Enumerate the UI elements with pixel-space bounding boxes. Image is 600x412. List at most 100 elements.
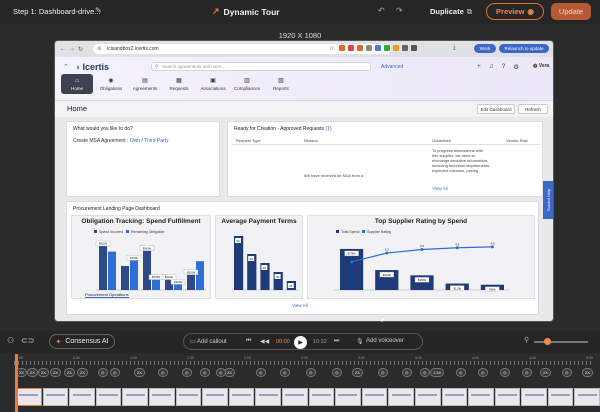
- work-profile-button[interactable]: Work: [474, 44, 496, 53]
- speed-badge[interactable]: 2X: [50, 368, 61, 377]
- extension-icon[interactable]: [339, 45, 345, 51]
- skip-end-icon[interactable]: ⏭: [334, 338, 339, 345]
- advanced-search-link[interactable]: Advanced: [381, 64, 403, 70]
- hidden-step-icon[interactable]: ◎: [402, 368, 412, 377]
- hidden-step-icon[interactable]: ◎: [182, 368, 192, 377]
- hidden-step-icon[interactable]: ◎: [500, 368, 510, 377]
- hidden-step-icon[interactable]: ◎: [456, 368, 466, 377]
- step-thumbnail[interactable]: [202, 388, 228, 406]
- download-icon[interactable]: ⤓: [453, 45, 456, 52]
- extension-icon[interactable]: [366, 45, 372, 51]
- preview-button[interactable]: Preview ◉: [486, 3, 544, 20]
- update-button[interactable]: Update: [551, 3, 591, 20]
- pencil-icon[interactable]: ✎: [95, 6, 102, 15]
- hidden-step-icon[interactable]: ◎: [562, 368, 572, 377]
- nav-item-agreements[interactable]: ▤ Agreements: [129, 74, 161, 94]
- speed-badge[interactable]: 2X: [64, 368, 75, 377]
- speed-badge[interactable]: 2X: [77, 368, 88, 377]
- play-button[interactable]: ▶: [294, 336, 307, 349]
- hidden-step-icon[interactable]: ◎: [158, 368, 168, 377]
- speed-badge[interactable]: 2X: [352, 368, 363, 377]
- step-thumbnail[interactable]: [281, 388, 308, 406]
- extension-icon[interactable]: [402, 45, 408, 51]
- mic-icon[interactable]: 🎙: [356, 338, 364, 345]
- speed-badge[interactable]: 2X: [38, 368, 49, 377]
- step-thumbnail[interactable]: [441, 388, 468, 406]
- step-thumbnail[interactable]: [122, 388, 148, 406]
- zoom-slider-knob[interactable]: [544, 338, 551, 345]
- hidden-step-icon[interactable]: ◎: [306, 368, 316, 377]
- relaunch-button[interactable]: Relaunch to update: [499, 44, 549, 53]
- extension-icon[interactable]: [384, 45, 390, 51]
- reload-icon[interactable]: ↻: [78, 46, 83, 53]
- extension-icon[interactable]: [411, 45, 417, 51]
- toggle-icon[interactable]: ⊂⊃: [21, 336, 34, 345]
- speed-badge[interactable]: 2X: [27, 368, 38, 377]
- extension-icon[interactable]: [393, 45, 399, 51]
- speed-badge[interactable]: 2X: [224, 368, 235, 377]
- nav-item-compliances[interactable]: ▥ Compliances: [231, 74, 263, 94]
- view-all-link[interactable]: View All: [432, 186, 448, 191]
- collapse-icon[interactable]: ⌃: [63, 63, 69, 71]
- step-thumbnail[interactable]: [494, 388, 521, 406]
- step-thumbnail[interactable]: [16, 388, 42, 406]
- hidden-step-icon[interactable]: ◎: [200, 368, 210, 377]
- hidden-step-icon[interactable]: ◎: [522, 368, 532, 377]
- consensus-ai-button[interactable]: ✦ Consensus AI: [49, 334, 115, 349]
- zoom-icon[interactable]: ⚲: [524, 336, 529, 344]
- plus-icon[interactable]: +: [477, 63, 481, 71]
- procurement-tab[interactable]: Procurement Operations: [85, 292, 129, 298]
- step-thumbnail[interactable]: [547, 388, 574, 406]
- step-thumbnail[interactable]: [414, 388, 441, 406]
- guided-help-tab[interactable]: Guided Help: [543, 181, 553, 219]
- bell-icon[interactable]: ♫: [489, 63, 494, 71]
- own-link[interactable]: Own: [130, 138, 140, 144]
- step-thumbnail[interactable]: [148, 388, 175, 406]
- view-all-link[interactable]: View All: [292, 303, 308, 308]
- third-party-link[interactable]: Third Party: [144, 138, 168, 144]
- hidden-step-icon[interactable]: ◎: [256, 368, 266, 377]
- step-thumbnail[interactable]: [574, 388, 600, 406]
- undo-icon[interactable]: ↶: [378, 6, 385, 15]
- step-thumbnail[interactable]: [468, 388, 494, 406]
- hidden-step-icon[interactable]: ◎: [110, 368, 120, 377]
- zoom-slider[interactable]: [534, 341, 588, 343]
- step-title[interactable]: Step 1: Dashboard-drive...: [13, 7, 101, 16]
- hidden-step-icon[interactable]: ◎: [216, 368, 226, 377]
- nav-item-requests[interactable]: ▦ Requests: [163, 74, 195, 94]
- back-icon[interactable]: ←: [60, 46, 66, 52]
- people-icon[interactable]: ⚇: [7, 336, 14, 345]
- forward-icon[interactable]: →: [69, 46, 75, 52]
- nav-item-home[interactable]: ⌂ Home: [61, 74, 93, 94]
- hidden-step-icon[interactable]: ◎: [332, 368, 342, 377]
- icertis-logo[interactable]: ◖ Icertis: [75, 62, 109, 72]
- hidden-step-icon[interactable]: ◎: [420, 368, 430, 377]
- search-input[interactable]: ⚲ Search agreements and more...: [151, 62, 371, 71]
- speed-badge[interactable]: 2X: [582, 368, 593, 377]
- add-voiceover-button[interactable]: Add voiceover: [366, 338, 404, 344]
- extension-icon[interactable]: [357, 45, 363, 51]
- step-thumbnail[interactable]: [361, 388, 388, 406]
- extension-icon[interactable]: [375, 45, 381, 51]
- step-thumbnail[interactable]: [95, 388, 122, 406]
- user-menu[interactable]: ◍ Vera: [533, 63, 549, 69]
- hidden-step-icon[interactable]: ◎: [280, 368, 290, 377]
- add-callout-button[interactable]: ▭ Add callout: [190, 338, 227, 345]
- hidden-step-icon[interactable]: ◎: [378, 368, 388, 377]
- speed-badge[interactable]: 2X: [540, 368, 551, 377]
- rewind-icon[interactable]: ◀◀: [260, 338, 269, 345]
- redo-icon[interactable]: ↷: [396, 6, 403, 15]
- extension-icon[interactable]: [348, 45, 354, 51]
- gear-icon[interactable]: ⚙: [513, 63, 519, 71]
- step-thumbnail[interactable]: [308, 388, 335, 406]
- nav-item-obligations[interactable]: ◉ Obligations: [95, 74, 127, 94]
- step-thumbnail[interactable]: [175, 388, 202, 406]
- playhead[interactable]: [15, 354, 18, 412]
- nav-item-associations[interactable]: ▣ Associations: [197, 74, 229, 94]
- speed-badge[interactable]: 2X: [134, 368, 145, 377]
- hidden-step-icon[interactable]: ◎: [98, 368, 108, 377]
- skip-start-icon[interactable]: ⏮: [246, 338, 251, 345]
- step-thumbnail[interactable]: [335, 388, 361, 406]
- step-thumbnail[interactable]: [255, 388, 281, 406]
- step-thumbnail[interactable]: [69, 388, 95, 406]
